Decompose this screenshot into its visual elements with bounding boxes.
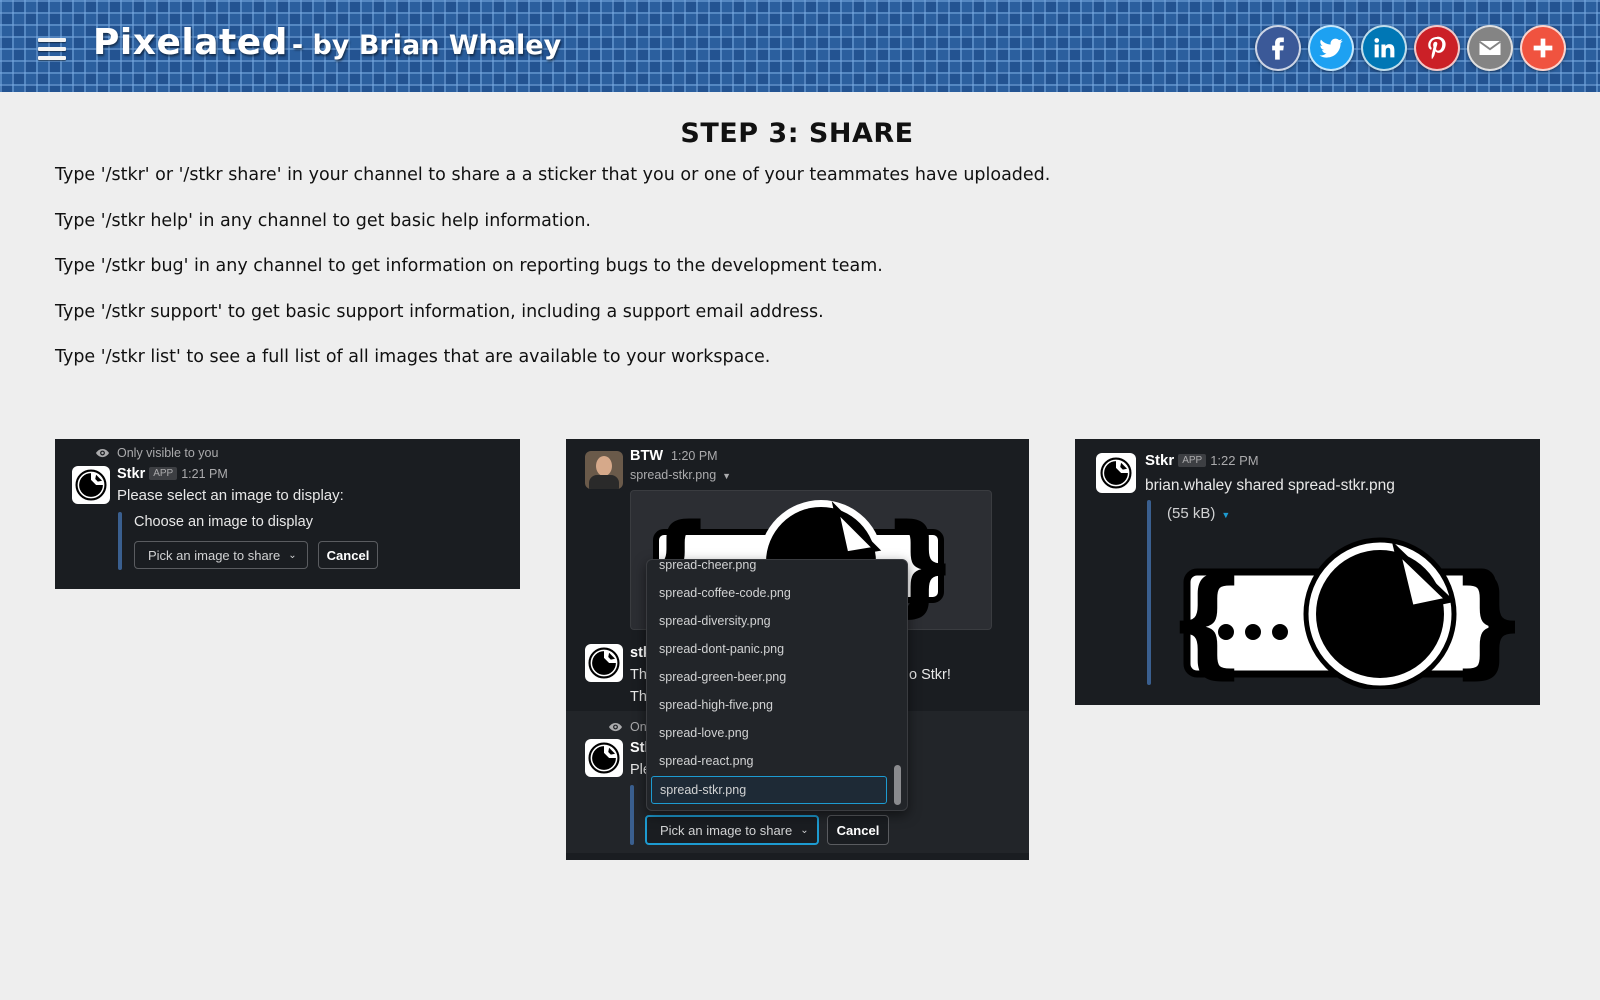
share-bar	[1255, 25, 1566, 71]
visibility-note: Only visible to you	[117, 446, 219, 460]
message-text: Please select an image to display:	[117, 487, 344, 504]
attachment-bar	[630, 785, 634, 845]
partial-visibility-note: On	[630, 720, 647, 734]
screenshot-shared-result: Stkr APP 1:22 PM brian.whaley shared sprea…	[1075, 439, 1540, 705]
share-message: brian.whaley shared spread-stkr.png	[1145, 477, 1395, 494]
option-spread-high-five[interactable]: spread-high-five.png	[659, 698, 773, 712]
instruction-bug: Type '/stkr bug' in any channel to get i…	[55, 256, 883, 276]
app-badge: APP	[149, 467, 178, 480]
screenshot-select-prompt: Only visible to you Stkr APP 1:21 PM Pleas…	[55, 439, 520, 589]
file-size[interactable]: (55 kB) ▼	[1167, 505, 1230, 522]
partial-text-1-right: o Stkr!	[909, 667, 951, 683]
file-size-label: (55 kB)	[1167, 505, 1216, 522]
attachment-bar	[118, 512, 122, 570]
option-spread-love[interactable]: spread-love.png	[659, 726, 749, 740]
attachment-bar	[1147, 500, 1151, 685]
file-name[interactable]: spread-stkr.png ▼	[630, 468, 731, 482]
user-avatar[interactable]	[585, 451, 623, 489]
select-label: Pick an image to share	[660, 822, 793, 838]
image-options-menu: spread-cheer.png spread-coffee-code.png …	[646, 559, 908, 811]
instructions-list: Type '/stkr' or '/stkr share' in your ch…	[55, 164, 1555, 392]
dropdown-scrollbar[interactable]	[894, 765, 901, 805]
facebook-icon[interactable]	[1255, 25, 1301, 71]
cancel-button[interactable]: Cancel	[318, 541, 378, 569]
option-spread-cheer[interactable]: spread-cheer.png	[659, 560, 756, 572]
prompt-text: Choose an image to display	[134, 514, 313, 530]
stkr-logo-icon	[585, 739, 623, 777]
message-time[interactable]: 1:21 PM	[181, 467, 228, 481]
option-spread-green-beer[interactable]: spread-green-beer.png	[659, 670, 786, 684]
stkr-logo-icon	[1096, 453, 1136, 493]
page-title: STEP 3: SHARE	[680, 118, 914, 149]
eye-icon	[609, 722, 622, 732]
image-select-dropdown[interactable]: Pick an image to share ⌄	[645, 815, 819, 845]
stkr-logo-icon	[585, 644, 623, 682]
instruction-support: Type '/stkr support' to get basic suppor…	[55, 301, 824, 322]
option-spread-dont-panic[interactable]: spread-dont-panic.png	[659, 642, 784, 656]
chevron-down-icon: ⌄	[288, 549, 297, 561]
caret-down-icon: ▼	[1221, 510, 1231, 520]
site-header: Pixelated - by Brian Whaley	[0, 0, 1600, 92]
app-name[interactable]: Stkr	[117, 466, 145, 482]
app-badge: APP	[1178, 454, 1207, 467]
linkedin-icon[interactable]	[1361, 25, 1407, 71]
instruction-list: Type '/stkr list' to see a full list of …	[55, 347, 771, 367]
twitter-icon[interactable]	[1308, 25, 1354, 71]
message-time[interactable]: 1:20 PM	[671, 449, 718, 463]
site-title-main: Pixelated	[93, 22, 288, 63]
svg-text:}: }	[1448, 552, 1515, 689]
instruction-help: Type '/stkr help' in any channel to get …	[55, 210, 591, 231]
chevron-down-icon: ⌄	[800, 824, 809, 836]
message-time[interactable]: 1:22 PM	[1210, 453, 1258, 468]
svg-text:{: {	[1165, 552, 1249, 689]
user-name[interactable]: BTW	[630, 448, 663, 464]
plus-icon[interactable]	[1520, 25, 1566, 71]
eye-icon	[96, 448, 109, 458]
caret-down-icon: ▼	[722, 471, 732, 481]
option-spread-diversity[interactable]: spread-diversity.png	[659, 614, 771, 628]
screenshot-dropdown-open: BTW 1:20 PM spread-stkr.png▼ { } stk Th …	[566, 439, 1029, 860]
stkr-sticker-image[interactable]: { }	[1165, 534, 1532, 694]
stkr-logo-icon	[72, 466, 110, 504]
option-spread-coffee-code[interactable]: spread-coffee-code.png	[659, 586, 791, 600]
partial-text-2: Th	[630, 689, 647, 705]
option-spread-stkr[interactable]: spread-stkr.png	[651, 776, 887, 804]
image-select-dropdown[interactable]: Pick an image to share ⌄	[134, 541, 308, 569]
option-spread-react[interactable]: spread-react.png	[659, 754, 754, 768]
select-label: Pick an image to share	[148, 547, 281, 563]
pinterest-icon[interactable]	[1414, 25, 1460, 71]
instruction-share: Type '/stkr' or '/stkr share' in your ch…	[55, 165, 1051, 185]
hamburger-menu-icon[interactable]	[38, 38, 66, 62]
app-name[interactable]: Stkr	[1145, 452, 1174, 469]
partial-text-1: Th	[630, 667, 647, 683]
site-title-subtitle: - by Brian Whaley	[291, 30, 562, 61]
site-title[interactable]: Pixelated - by Brian Whaley	[93, 22, 561, 63]
email-icon[interactable]	[1467, 25, 1513, 71]
file-name-label: spread-stkr.png	[630, 468, 717, 482]
cancel-button[interactable]: Cancel	[827, 815, 889, 845]
